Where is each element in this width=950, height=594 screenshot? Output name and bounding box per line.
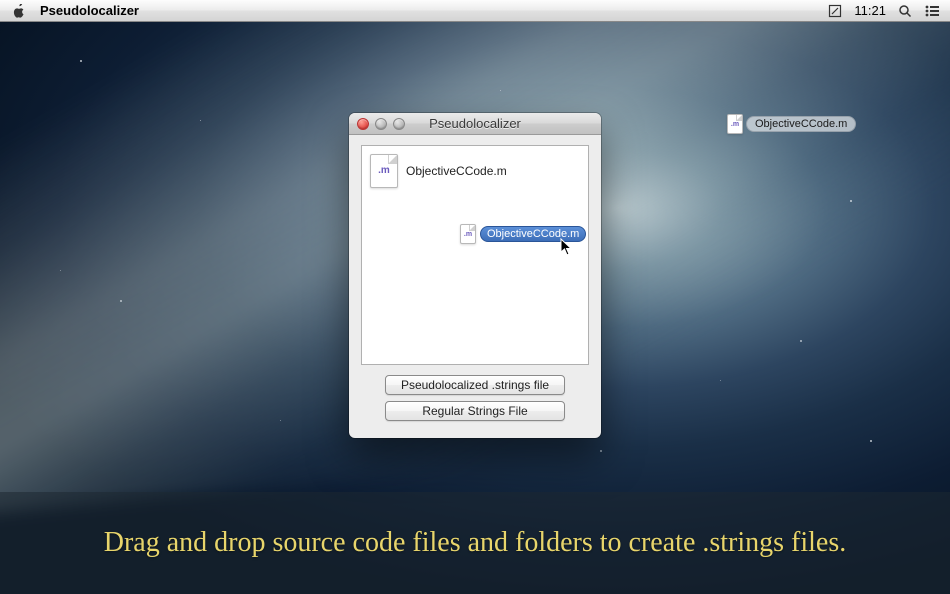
caption-overlay: Drag and drop source code files and fold… [0,492,950,594]
cursor-icon [560,238,574,261]
regular-strings-button[interactable]: Regular Strings File [385,401,565,421]
menu-extra-icon[interactable] [828,4,842,18]
caption-text: Drag and drop source code files and fold… [64,524,887,562]
button-label: Regular Strings File [422,404,527,418]
menubar-clock[interactable]: 11:21 [854,3,886,18]
file-label: ObjectiveCCode.m [406,164,507,178]
zoom-button[interactable] [393,118,405,130]
minimize-button[interactable] [375,118,387,130]
window-titlebar[interactable]: Pseudolocalizer [349,113,601,135]
list-item[interactable]: .m ObjectiveCCode.m [370,154,507,188]
file-drop-area[interactable]: .m ObjectiveCCode.m .m ObjectiveCCode.m [361,145,589,365]
menubar: Pseudolocalizer 11:21 [0,0,950,22]
spotlight-icon[interactable] [898,4,912,18]
close-button[interactable] [357,118,369,130]
button-label: Pseudolocalized .strings file [401,378,549,392]
notification-center-icon[interactable] [924,4,940,18]
file-icon: .m [370,154,398,188]
desktop: Pseudolocalizer 11:21 .m ObjectiveCCode.… [0,0,950,594]
apple-menu-icon[interactable] [12,4,26,18]
menubar-app-name[interactable]: Pseudolocalizer [40,3,139,18]
file-icon: .m [727,114,743,134]
desktop-file-label: ObjectiveCCode.m [746,116,856,132]
pseudolocalized-button[interactable]: Pseudolocalized .strings file [385,375,565,395]
file-icon: .m [460,224,476,244]
desktop-file-item[interactable]: .m ObjectiveCCode.m [727,114,856,134]
app-window: Pseudolocalizer .m ObjectiveCCode.m .m O… [349,113,601,438]
